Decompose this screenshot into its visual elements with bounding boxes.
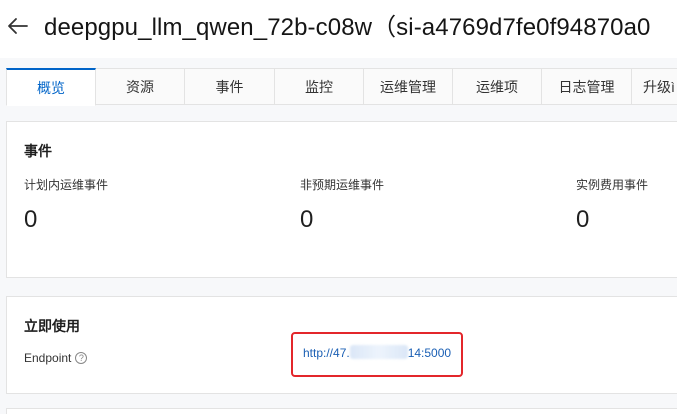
usage-card-title: 立即使用: [24, 318, 80, 334]
stat-label-billing: 实例费用事件: [576, 178, 649, 192]
endpoint-highlight: http://47. 14:5000: [291, 332, 463, 377]
tab-ops-management[interactable]: 运维管理: [364, 68, 453, 105]
stat-value-unexpected: 0: [300, 206, 314, 233]
stat-value-planned: 0: [24, 206, 38, 233]
stat-label-unexpected: 非预期运维事件: [300, 178, 385, 192]
help-icon[interactable]: ?: [75, 352, 88, 364]
endpoint-label-row: Endpoint ?: [24, 351, 88, 365]
stat-label-planned: 计划内运维事件: [24, 178, 109, 192]
page-title: deepgpu_llm_qwen_72b-c08w（si-a4769d7fe0f…: [44, 14, 651, 41]
events-card-title: 事件: [24, 143, 52, 159]
tab-resources[interactable]: 资源: [96, 68, 185, 105]
page: deepgpu_llm_qwen_72b-c08w（si-a4769d7fe0f…: [0, 0, 677, 414]
endpoint-link[interactable]: http://47. 14:5000: [303, 345, 451, 360]
page-header: deepgpu_llm_qwen_72b-c08w（si-a4769d7fe0f…: [0, 0, 677, 58]
tab-upgrade[interactable]: 升级ì: [632, 68, 677, 105]
tab-events[interactable]: 事件: [185, 68, 275, 105]
usage-card: 立即使用 Endpoint ? http://47. 14:5000: [6, 296, 677, 394]
tab-ops-items[interactable]: 运维项: [453, 68, 542, 105]
endpoint-label: Endpoint: [24, 351, 72, 365]
next-card: [6, 408, 677, 414]
tab-overview[interactable]: 概览: [6, 68, 96, 106]
back-arrow-icon[interactable]: [6, 14, 30, 38]
tab-bar: 概览 资源 事件 监控 运维管理 运维项 日志管理 升级ì: [6, 68, 677, 106]
events-card: 事件 计划内运维事件 0 非预期运维事件 0 实例费用事件 0: [6, 121, 677, 278]
stat-value-billing: 0: [576, 206, 590, 233]
tab-monitoring[interactable]: 监控: [275, 68, 364, 105]
redacted-mask: [349, 345, 408, 359]
endpoint-link-prefix: http://47.: [303, 346, 350, 360]
tab-log-management[interactable]: 日志管理: [542, 68, 632, 105]
endpoint-link-suffix: 14:5000: [407, 346, 452, 360]
